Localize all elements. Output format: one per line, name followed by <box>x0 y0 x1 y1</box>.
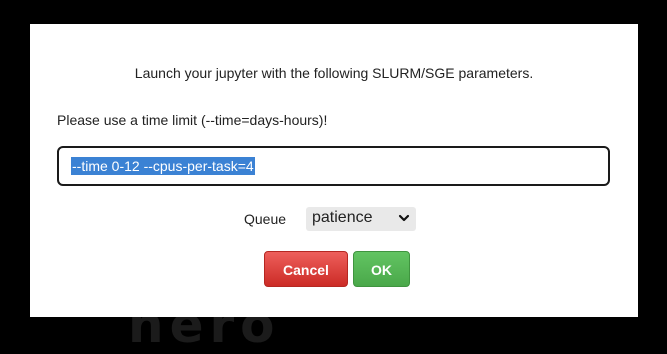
launch-dialog: Launch your jupyter with the following S… <box>30 24 638 317</box>
queue-label: Queue <box>244 211 287 227</box>
time-limit-hint: Please use a time limit (--time=days-hou… <box>57 112 328 128</box>
queue-selected-value: patience <box>312 209 373 226</box>
chevron-down-icon <box>398 214 410 222</box>
dialog-headline: Launch your jupyter with the following S… <box>134 65 534 81</box>
slurm-parameters-value: --time 0-12 --cpus-per-task=4 <box>71 157 255 175</box>
cancel-button[interactable]: Cancel <box>264 251 348 287</box>
slurm-parameters-input[interactable]: --time 0-12 --cpus-per-task=4 <box>57 146 610 186</box>
queue-select[interactable]: patience <box>306 207 416 231</box>
ok-button[interactable]: OK <box>353 251 410 287</box>
